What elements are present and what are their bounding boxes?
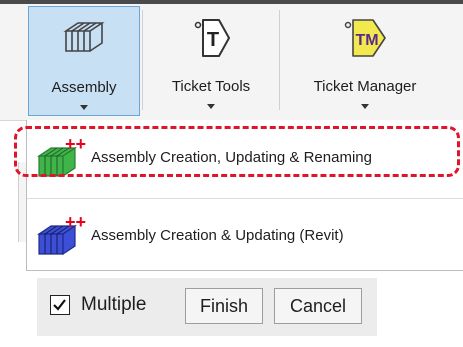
chevron-down-icon [361,104,369,109]
assembly-button-label: Assembly [51,79,117,96]
ribbon-separator [142,10,143,110]
multiple-checkbox[interactable] [50,295,70,315]
ticket-manager-tag-icon: TM [344,19,386,57]
ticket-tools-glyph: T [207,29,219,51]
assembly-button[interactable]: Assembly [28,6,140,116]
chevron-down-icon [207,104,215,109]
ticket-manager-glyph: TM [355,32,378,49]
multiple-label: Multiple [81,294,147,315]
assembly-dropdown-menu: ++ Assembly Creation, Updating & Renamin… [26,120,463,271]
menu-item-label: Assembly Creation & Updating (Revit) [91,227,344,244]
menu-item-assembly-creation-updating-revit[interactable]: ++ Assembly Creation & Updating (Revit) [27,208,463,264]
assembly-blue-icon: ++ [37,216,86,256]
menu-item-label: Assembly Creation, Updating & Renaming [91,149,372,166]
menu-divider [27,198,463,199]
ticket-tools-button-label: Ticket Tools [171,78,251,95]
finish-button[interactable]: Finish [185,288,263,324]
checkmark-icon [53,299,66,311]
assembly-green-icon: ++ [37,138,86,178]
ticket-tag-icon: T [194,19,230,57]
ticket-manager-button-label: Ticket Manager [313,78,417,95]
plus-glyph: ++ [65,138,86,154]
ticket-tools-button[interactable]: T Ticket Tools [145,6,277,116]
ticket-manager-button[interactable]: TM Ticket Manager [282,6,448,116]
assembly-icon [63,22,105,52]
plus-glyph: ++ [65,216,86,232]
chevron-down-icon [80,105,88,110]
command-bar: Multiple Finish Cancel [37,278,377,336]
ribbon: Assembly T Ticket Tools TM Ticket Manage… [0,0,463,121]
ribbon-separator [279,10,280,110]
menu-item-assembly-creation-updating-renaming[interactable]: ++ Assembly Creation, Updating & Renamin… [27,130,463,186]
cancel-button[interactable]: Cancel [274,288,362,324]
ribbon-top-edge [0,0,463,4]
